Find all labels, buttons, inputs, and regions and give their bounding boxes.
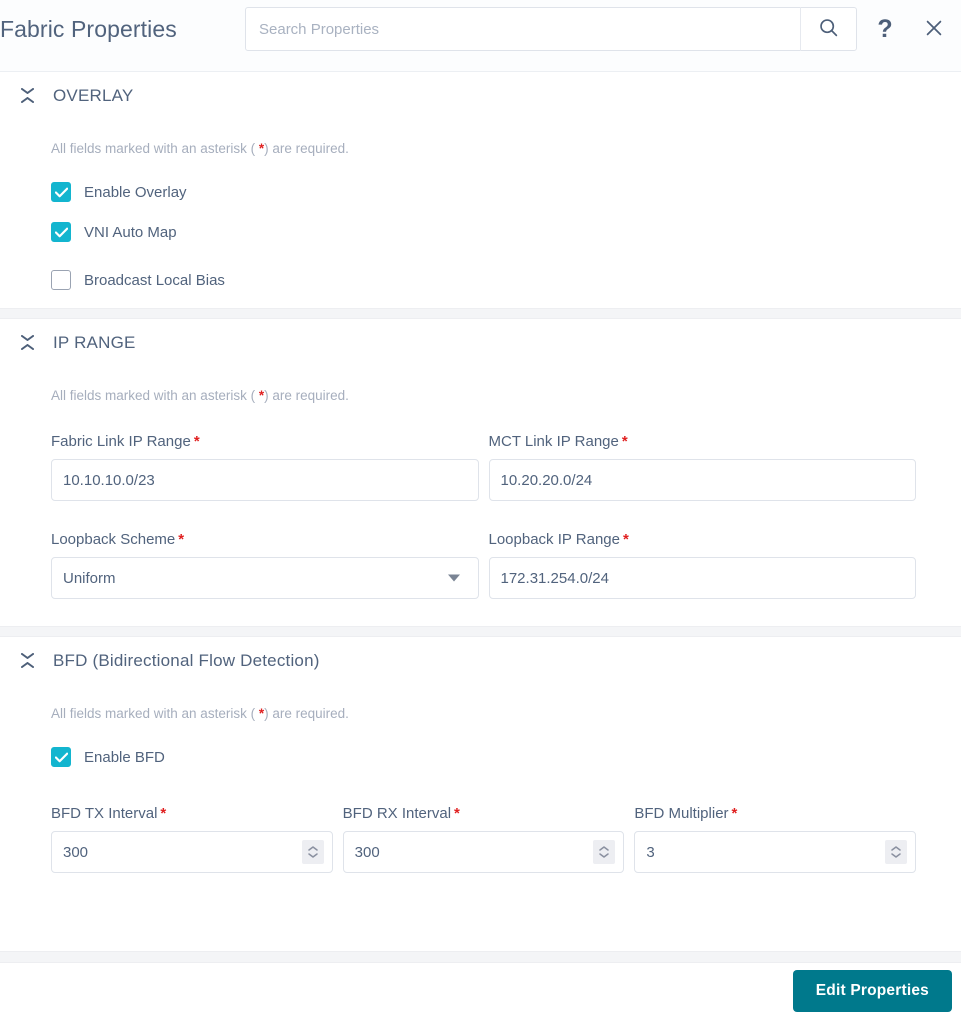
bfd-multiplier-stepper[interactable] <box>885 840 908 864</box>
checkbox-label-vni-auto-map[interactable]: VNI Auto Map <box>84 224 177 241</box>
required-asterisk: * <box>160 805 167 822</box>
field-label-text: BFD TX Interval <box>51 805 158 822</box>
search-box[interactable] <box>245 7 857 51</box>
fabric-link-ip-range-input[interactable] <box>52 460 478 500</box>
search-button[interactable] <box>801 8 856 50</box>
field-label: BFD Multiplier * <box>634 805 916 822</box>
field-label: MCT Link IP Range * <box>489 433 917 450</box>
bfd-rx-interval-input[interactable] <box>343 832 624 872</box>
field-label-text: MCT Link IP Range <box>488 433 619 450</box>
required-asterisk: * <box>454 805 460 822</box>
input-wrapper[interactable] <box>488 459 916 501</box>
section-bfd-header[interactable]: BFD (Bidirectional Flow Detection) <box>0 637 961 684</box>
required-note: All fields marked with an asterisk ( *) … <box>0 119 961 156</box>
checkbox-row-enable-bfd[interactable]: Enable BFD <box>0 737 961 777</box>
input-wrapper[interactable] <box>51 459 479 501</box>
input-wrapper[interactable] <box>51 831 333 873</box>
fabric-properties-dialog: Fabric Properties ? <box>0 0 961 1018</box>
checkbox-broadcast-local-bias[interactable] <box>51 270 71 290</box>
collapse-icon[interactable] <box>16 332 38 354</box>
checkbox-row-vni-auto-map[interactable]: VNI Auto Map <box>0 212 961 252</box>
required-asterisk: * <box>193 433 200 450</box>
field-label: Fabric Link IP Range * <box>51 433 479 450</box>
section-overlay: OVERLAY All fields marked with an asteri… <box>0 72 961 308</box>
bfd-field-row: BFD TX Interval * 300 BFD RX Interval * … <box>0 805 961 873</box>
required-note: All fields marked with an asterisk ( *) … <box>0 684 961 721</box>
search-input[interactable] <box>246 8 800 50</box>
edit-properties-button[interactable]: Edit Properties <box>792 969 952 1012</box>
section-title: IP RANGE <box>53 332 136 352</box>
collapse-icon[interactable] <box>16 650 38 672</box>
section-bfd: BFD (Bidirectional Flow Detection) All f… <box>0 637 961 873</box>
loopback-ip-range-input[interactable] <box>489 558 915 598</box>
loopback-scheme-value[interactable] <box>52 558 478 598</box>
section-overlay-header[interactable]: OVERLAY <box>0 72 961 119</box>
section-ip-range-header[interactable]: IP RANGE <box>0 319 961 366</box>
field-label: BFD TX Interval * <box>51 805 333 822</box>
checkbox-label-enable-overlay[interactable]: Enable Overlay <box>84 184 187 201</box>
required-note-prefix: All fields marked with an asterisk ( <box>51 141 259 156</box>
bfd-rx-interval-stepper[interactable] <box>593 840 616 864</box>
collapse-icon[interactable] <box>16 85 38 107</box>
required-note-prefix: All fields marked with an asterisk ( <box>51 388 259 403</box>
checkbox-row-broadcast-local-bias[interactable]: Broadcast Local Bias <box>0 252 961 308</box>
dialog-header: Fabric Properties ? <box>0 0 961 72</box>
close-icon <box>923 17 945 42</box>
input-wrapper[interactable] <box>342 831 625 873</box>
mct-link-ip-range-input[interactable] <box>489 460 915 500</box>
loopback-scheme-select[interactable] <box>51 557 479 599</box>
field-label-text: Fabric Link IP Range <box>51 433 191 450</box>
section-title: OVERLAY <box>53 85 134 105</box>
section-ip-range: IP RANGE All fields marked with an aster… <box>0 319 961 626</box>
checkbox-label-broadcast-local-bias[interactable]: Broadcast Local Bias <box>84 272 225 289</box>
field-label-text: Loopback IP Range <box>488 531 621 548</box>
required-note-suffix: ) are required. <box>264 706 349 721</box>
bfd-multiplier-input[interactable] <box>635 832 916 872</box>
field-loopback-scheme: Loopback Scheme * <box>51 531 479 599</box>
field-fabric-link-ip-range: Fabric Link IP Range * <box>51 433 479 501</box>
ip-range-field-row-1: Fabric Link IP Range* MCT Link IP Range* <box>0 433 961 501</box>
field-loopback-ip-range: Loopback IP Range * <box>488 531 917 599</box>
footer-separator <box>0 951 961 962</box>
search-icon <box>818 17 839 41</box>
required-note-suffix: ) are required. <box>264 388 349 403</box>
required-note-prefix: All fields marked with an asterisk ( <box>51 706 259 721</box>
field-bfd-multiplier: BFD Multiplier * <box>634 805 917 873</box>
input-wrapper[interactable] <box>634 831 917 873</box>
checkbox-enable-bfd[interactable] <box>51 747 71 767</box>
field-label-text: BFD Multiplier <box>634 805 729 822</box>
field-bfd-rx-interval: BFD RX Interval * <box>342 805 625 873</box>
field-label-text: BFD RX Interval <box>342 805 452 822</box>
checkbox-label-enable-bfd[interactable]: Enable BFD <box>84 749 165 766</box>
section-separator <box>0 308 961 319</box>
input-wrapper[interactable] <box>488 557 916 599</box>
ip-range-field-row-2: Loopback Scheme* Loopback IP Range* <box>0 531 961 599</box>
required-note: All fields marked with an asterisk ( *) … <box>0 366 961 403</box>
close-button[interactable] <box>915 10 953 48</box>
required-asterisk: * <box>623 531 629 548</box>
field-label: Loopback Scheme * <box>51 531 479 548</box>
checkbox-enable-overlay[interactable] <box>51 182 71 202</box>
bfd-tx-interval-stepper[interactable] <box>301 840 324 864</box>
section-title: BFD (Bidirectional Flow Detection) <box>53 650 320 670</box>
question-mark-icon: ? <box>877 14 893 43</box>
field-bfd-tx-interval: BFD TX Interval * <box>51 805 333 873</box>
required-note-suffix: ) are required. <box>264 141 349 156</box>
page-title: Fabric Properties <box>0 16 177 42</box>
properties-scroll-area[interactable]: OVERLAY All fields marked with an asteri… <box>0 72 961 962</box>
dialog-footer: Edit Properties <box>0 962 961 1018</box>
field-label-text: Loopback Scheme <box>51 531 176 548</box>
bfd-tx-interval-input[interactable] <box>52 832 332 872</box>
section-separator <box>0 626 961 637</box>
checkbox-vni-auto-map[interactable] <box>51 222 71 242</box>
field-label: Loopback IP Range * <box>489 531 917 548</box>
required-asterisk: * <box>621 433 628 450</box>
required-asterisk: * <box>178 531 185 548</box>
help-button[interactable]: ? <box>866 10 904 48</box>
field-mct-link-ip-range: MCT Link IP Range * <box>488 433 917 501</box>
checkbox-row-enable-overlay[interactable]: Enable Overlay <box>0 172 961 212</box>
field-label: BFD RX Interval * <box>343 805 625 822</box>
required-asterisk: * <box>731 805 738 822</box>
